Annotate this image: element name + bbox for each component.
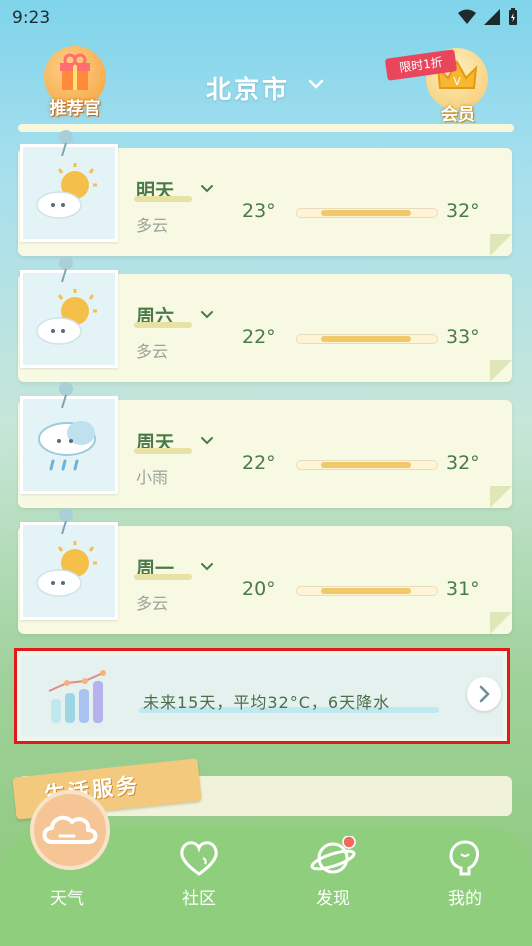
tab-label: 社区	[182, 889, 216, 909]
battery-icon	[509, 8, 517, 25]
day-card[interactable]: 周一 多云 20° 31°	[18, 508, 512, 640]
temp-low: 20°	[242, 578, 276, 600]
temp-range-fill	[321, 210, 411, 216]
temp-low: 23°	[242, 200, 276, 222]
vip-badge[interactable]: V 限时1折 会员	[384, 44, 496, 125]
chevron-down-icon[interactable]	[200, 436, 214, 446]
temp-range-fill	[321, 462, 411, 468]
forecast-more-button[interactable]	[467, 677, 501, 711]
day-highlight	[134, 322, 192, 328]
tab-profile[interactable]: 我的	[420, 832, 510, 932]
weather-photo	[20, 522, 118, 620]
pin-icon	[59, 256, 73, 282]
wifi-icon	[458, 9, 476, 24]
heart-chat-icon	[180, 841, 218, 876]
day-card[interactable]: 明天 多云 23° 32°	[18, 130, 512, 262]
weather-cloud-icon	[42, 815, 98, 844]
paper-fold	[490, 486, 512, 508]
partly-cloudy-icon	[36, 163, 97, 219]
condition-label: 小雨	[136, 468, 169, 487]
paper-fold	[490, 612, 512, 634]
recommend-badge[interactable]: 推荐官	[38, 42, 112, 120]
pin-icon	[59, 382, 73, 408]
header-divider	[18, 124, 514, 132]
temp-range-bar	[296, 208, 438, 218]
bar-chart-icon	[48, 670, 106, 723]
paper-fold	[490, 360, 512, 382]
weather-photo	[20, 396, 118, 494]
day-highlight	[134, 448, 192, 454]
weather-photo	[20, 270, 118, 368]
day-highlight	[134, 196, 192, 202]
day-card[interactable]: 周天 小雨 22° 32°	[18, 382, 512, 514]
temp-high: 33°	[446, 326, 480, 348]
light-rain-icon	[38, 421, 96, 471]
clock: 9:23	[12, 8, 51, 28]
day-highlight	[134, 574, 192, 580]
condition-label: 多云	[136, 594, 169, 613]
pin-icon	[59, 508, 73, 534]
condition-label: 多云	[136, 342, 169, 361]
tab-community[interactable]: 社区	[154, 832, 244, 932]
tab-discover[interactable]: 发现	[288, 832, 378, 932]
partly-cloudy-icon	[36, 541, 97, 597]
planet-icon	[310, 835, 356, 874]
tab-label: 天气	[50, 889, 84, 909]
temp-low: 22°	[242, 326, 276, 348]
paper-fold	[490, 234, 512, 256]
temp-range-bar	[296, 586, 438, 596]
partly-cloudy-icon	[36, 289, 97, 345]
tab-label: 发现	[316, 889, 350, 909]
profile-icon	[449, 840, 479, 876]
signal-icon	[484, 9, 500, 25]
temp-range-fill	[321, 588, 411, 594]
vip-label: 会员	[441, 105, 475, 125]
svg-text:V: V	[453, 75, 461, 88]
temp-range-fill	[321, 336, 411, 342]
forecast-summary: 未来15天，平均32°C，6天降水	[143, 693, 391, 712]
weather-photo	[20, 144, 118, 242]
temp-high: 32°	[446, 200, 480, 222]
temp-range-bar	[296, 334, 438, 344]
day-card[interactable]: 周六 多云 22° 33°	[18, 256, 512, 388]
pin-icon	[59, 130, 73, 156]
temp-high: 32°	[446, 452, 480, 474]
condition-label: 多云	[136, 216, 169, 235]
tab-weather-active-bubble[interactable]	[30, 790, 110, 870]
temp-low: 22°	[242, 452, 276, 474]
status-bar: 9:23	[0, 0, 532, 34]
temp-high: 31°	[446, 578, 480, 600]
chevron-down-icon[interactable]	[200, 562, 214, 572]
status-icons	[458, 8, 518, 26]
chevron-down-icon[interactable]	[308, 78, 324, 90]
tab-label: 我的	[448, 889, 482, 909]
chevron-right-icon	[479, 685, 490, 703]
recommend-label: 推荐官	[49, 99, 101, 119]
city-selector[interactable]: 北京市	[206, 70, 290, 106]
chevron-down-icon[interactable]	[200, 310, 214, 320]
temp-range-bar	[296, 460, 438, 470]
chevron-down-icon[interactable]	[200, 184, 214, 194]
forecast-15day-banner[interactable]: 未来15天，平均32°C，6天降水	[14, 648, 510, 744]
forecast-panel: 未来15天，平均32°C，6天降水	[21, 655, 503, 737]
